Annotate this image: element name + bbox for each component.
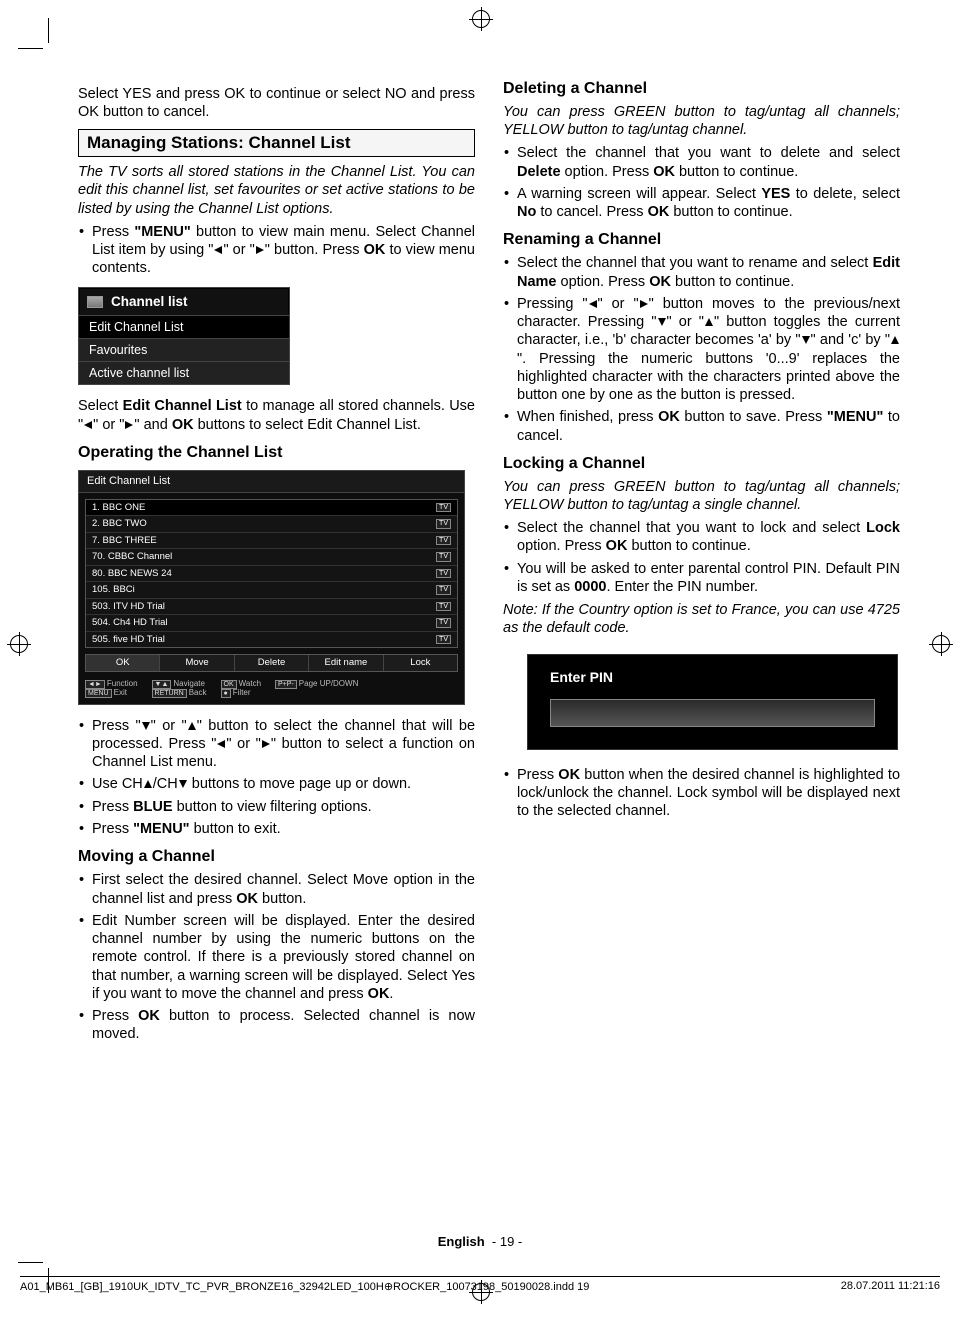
channel-row: 504. Ch4 HD TrialTV <box>86 615 457 632</box>
footer-page-number: - 19 - <box>492 1234 522 1249</box>
down-arrow-icon <box>141 721 151 731</box>
down-arrow-icon <box>178 779 188 789</box>
right-arrow-icon <box>255 245 265 255</box>
registration-mark-icon <box>932 635 950 653</box>
bullet-item: Press "MENU" button to view main menu. S… <box>78 223 475 278</box>
left-column: Select YES and press OK to continue or s… <box>78 80 475 1049</box>
osd-delete-button: Delete <box>235 655 309 671</box>
osd-enter-pin: Enter PIN <box>527 654 898 750</box>
osd-hint-row: ◄►FunctionMENUExit ▼▲NavigateRETURNBack … <box>79 676 464 704</box>
subheading: Deleting a Channel <box>503 80 900 98</box>
osd-ok-button: OK <box>86 655 160 671</box>
page-footer: English - 19 - <box>0 1234 960 1249</box>
right-arrow-icon <box>261 739 271 749</box>
pin-label: Enter PIN <box>550 669 875 685</box>
registration-mark-icon <box>472 10 490 28</box>
file-metadata-line: A01_MB61_[GB]_1910UK_IDTV_TC_PVR_BRONZE1… <box>20 1276 940 1293</box>
bullet-item: Select the channel that you want to dele… <box>503 144 900 181</box>
bullet-item: Use CH/CH buttons to move page up or dow… <box>78 775 475 793</box>
down-arrow-icon <box>801 335 811 345</box>
manual-page: Select YES and press OK to continue or s… <box>0 0 960 1321</box>
bullet-item: Pressing "" or "" button moves to the pr… <box>503 295 900 405</box>
subheading: Renaming a Channel <box>503 231 900 249</box>
channel-row: 80. BBC NEWS 24TV <box>86 566 457 583</box>
channel-row: 1. BBC ONETV <box>86 500 457 517</box>
intro-text: Select YES and press OK to continue or s… <box>78 85 475 121</box>
bullet-item: First select the desired channel. Select… <box>78 871 475 908</box>
bullet-item: Press OK button when the desired channel… <box>503 766 900 821</box>
subheading: Operating the Channel List <box>78 444 475 462</box>
footer-language: English <box>438 1234 485 1249</box>
subheading: Moving a Channel <box>78 848 475 866</box>
osd-button-row: OK Move Delete Edit name Lock <box>85 654 458 672</box>
up-arrow-icon <box>187 721 197 731</box>
left-arrow-icon <box>588 299 598 309</box>
bullet-item: Press "MENU" button to exit. <box>78 820 475 838</box>
bullet-item: When finished, press OK button to save. … <box>503 408 900 445</box>
osd-edit-channel-list: Edit Channel List 1. BBC ONETV 2. BBC TW… <box>78 470 465 705</box>
channel-row: 2. BBC TWOTV <box>86 516 457 533</box>
tv-tag-icon: TV <box>436 503 451 513</box>
crop-mark <box>48 18 49 43</box>
channel-row: 105. BBCiTV <box>86 582 457 599</box>
bullet-item: Select the channel that you want to rena… <box>503 254 900 291</box>
italic-note: You can press GREEN button to tag/untag … <box>503 478 900 514</box>
body-text: Select Edit Channel List to manage all s… <box>78 397 475 433</box>
right-arrow-icon <box>124 420 134 430</box>
osd-editname-button: Edit name <box>309 655 383 671</box>
channel-row: 503. ITV HD TrialTV <box>86 599 457 616</box>
left-arrow-icon <box>83 420 93 430</box>
bullet-item: Select the channel that you want to lock… <box>503 519 900 556</box>
bullet-item: Edit Number screen will be displayed. En… <box>78 912 475 1003</box>
osd-title: Edit Channel List <box>79 471 464 493</box>
up-arrow-icon <box>890 335 900 345</box>
left-arrow-icon <box>213 245 223 255</box>
bullet-item: You will be asked to enter parental cont… <box>503 560 900 597</box>
pin-field <box>550 699 875 727</box>
registration-mark-icon <box>10 635 28 653</box>
file-timestamp: 28.07.2011 11:21:16 <box>841 1280 940 1293</box>
bullet-item: Press "" or "" button to select the chan… <box>78 717 475 772</box>
up-arrow-icon <box>143 779 153 789</box>
osd-channel-list-menu: Channel list Edit Channel List Favourite… <box>78 287 290 385</box>
crop-mark <box>18 48 43 49</box>
italic-note: You can press GREEN button to tag/untag … <box>503 103 900 139</box>
right-column: Deleting a Channel You can press GREEN b… <box>503 80 900 1049</box>
osd-menu-item: Edit Channel List <box>79 315 289 338</box>
bullet-item: Press OK button to process. Selected cha… <box>78 1007 475 1044</box>
content-columns: Select YES and press OK to continue or s… <box>78 80 900 1049</box>
down-arrow-icon <box>657 317 667 327</box>
osd-lock-button: Lock <box>384 655 457 671</box>
osd-menu-item: Favourites <box>79 338 289 361</box>
osd-move-button: Move <box>160 655 234 671</box>
note-text: Note: If the Country option is set to Fr… <box>503 601 900 637</box>
up-arrow-icon <box>704 317 714 327</box>
right-arrow-icon <box>639 299 649 309</box>
file-path: A01_MB61_[GB]_1910UK_IDTV_TC_PVR_BRONZE1… <box>20 1280 589 1293</box>
bullet-item: A warning screen will appear. Select YES… <box>503 185 900 222</box>
channel-row: 505. five HD TrialTV <box>86 632 457 648</box>
bullet-item: Press BLUE button to view filtering opti… <box>78 798 475 816</box>
crop-mark <box>18 1262 43 1263</box>
section-subtext: The TV sorts all stored stations in the … <box>78 163 475 217</box>
left-arrow-icon <box>216 739 226 749</box>
channel-row: 7. BBC THREETV <box>86 533 457 550</box>
section-heading-box: Managing Stations: Channel List <box>78 129 475 157</box>
channel-row: 70. CBBC ChannelTV <box>86 549 457 566</box>
subheading: Locking a Channel <box>503 455 900 473</box>
osd-menu-item: Active channel list <box>79 361 289 384</box>
list-icon <box>87 296 103 308</box>
osd-title: Channel list <box>79 288 289 315</box>
